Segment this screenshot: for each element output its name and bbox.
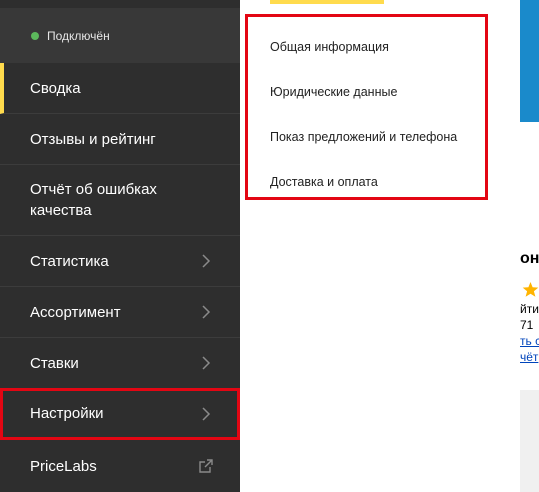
peek-link-2[interactable]: чёт	[520, 350, 539, 364]
peek-heading: онт	[520, 250, 539, 267]
sidebar-item-summary[interactable]: Сводка	[0, 63, 240, 114]
sidebar-item-label: Ставки	[30, 354, 79, 372]
peek-text-2: 71	[520, 318, 534, 332]
connection-status: Подключён	[0, 8, 240, 63]
sidebar-item-reviews[interactable]: Отзывы и рейтинг	[0, 114, 240, 165]
sidebar-item-bids[interactable]: Ставки	[0, 338, 240, 389]
peek-link-1[interactable]: ть с	[520, 334, 539, 348]
sidebar: Подключён Сводка Отзывы и рейтинг Отчёт …	[0, 0, 240, 492]
active-tab-indicator	[270, 0, 384, 4]
banner-edge	[520, 0, 539, 122]
sidebar-item-pricelabs[interactable]: PriceLabs	[0, 440, 240, 492]
chevron-right-icon	[202, 254, 211, 268]
sidebar-item-quality-report[interactable]: Отчёт об ошибках качества	[0, 165, 240, 236]
chevron-right-icon	[202, 406, 211, 421]
star-icon	[522, 281, 539, 298]
sidebar-item-label: Отчёт об ошибках качества	[30, 181, 157, 219]
submenu-item-delivery-and-payment[interactable]: Доставка и оплата	[270, 175, 378, 189]
sidebar-item-label: Сводка	[30, 79, 81, 97]
sidebar-item-label: Статистика	[30, 252, 109, 270]
submenu-item-offers-and-phone[interactable]: Показ предложений и телефона	[270, 130, 457, 144]
sidebar-item-assortment[interactable]: Ассортимент	[0, 287, 240, 338]
submenu-item-general-info[interactable]: Общая информация	[270, 40, 389, 54]
peek-text-1: йти	[520, 302, 539, 316]
status-text: Подключён	[47, 28, 110, 43]
sidebar-item-label: Настройки	[30, 405, 104, 422]
sidebar-item-label: PriceLabs	[30, 457, 97, 475]
sidebar-item-statistics[interactable]: Статистика	[0, 236, 240, 287]
sidebar-item-label: Ассортимент	[30, 303, 121, 321]
settings-submenu: Общая информация Юридические данные Пока…	[245, 14, 488, 200]
sidebar-item-settings[interactable]: Настройки	[0, 388, 240, 440]
sidebar-item-label: Отзывы и рейтинг	[30, 130, 156, 148]
submenu-item-legal-data[interactable]: Юридические данные	[270, 85, 397, 99]
external-link-icon	[199, 459, 213, 473]
chevron-right-icon	[202, 305, 211, 319]
chevron-right-icon	[202, 356, 211, 370]
status-dot-icon	[31, 31, 39, 40]
content-footer-edge	[520, 390, 539, 492]
